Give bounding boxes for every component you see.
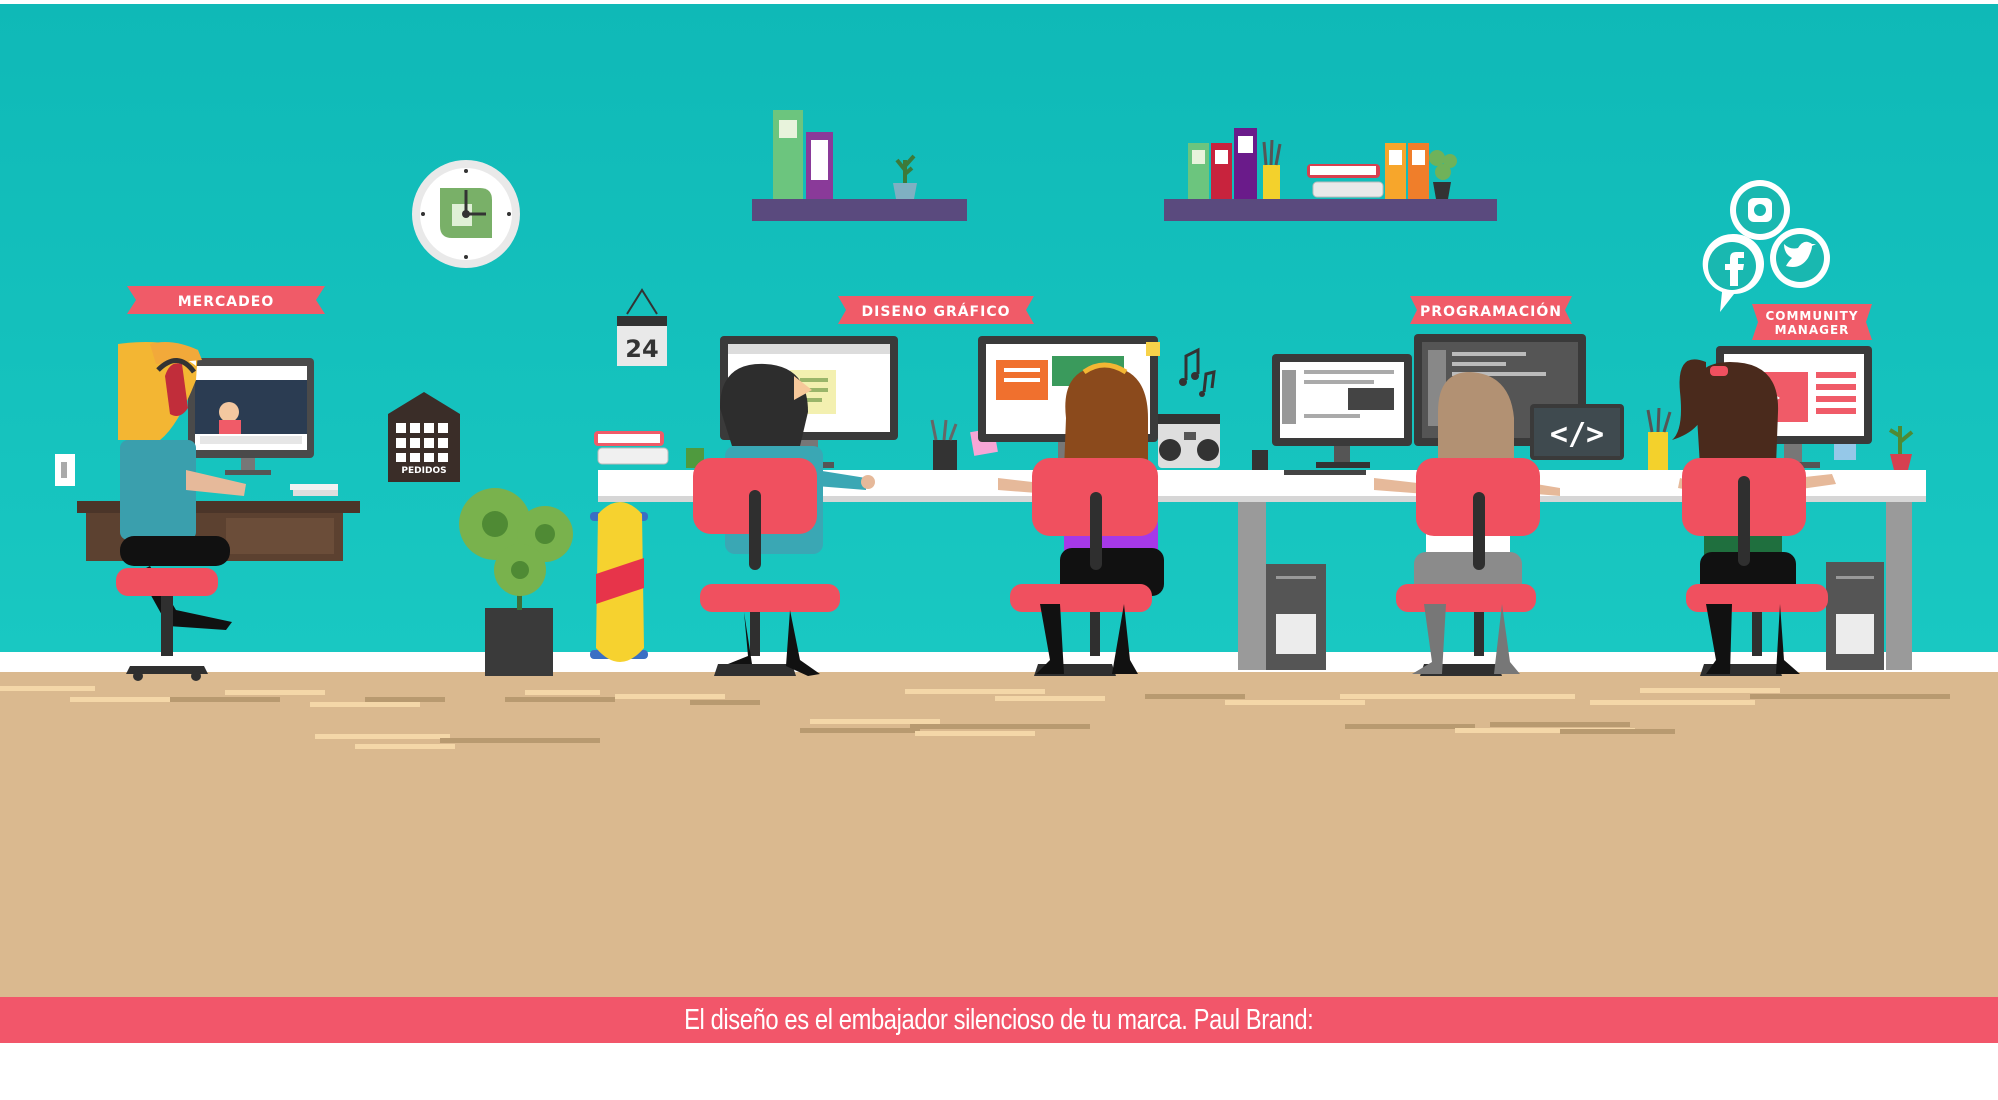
floor: [0, 672, 1998, 997]
community-manager-label: COMMUNITY MANAGER: [1752, 304, 1872, 340]
instagram-icon: [1730, 180, 1790, 240]
subtitle-text: El diseño es el embajador silencioso de …: [684, 1003, 1314, 1036]
programacion-label-text: PROGRAMACIÓN: [1420, 302, 1562, 320]
diseno-label: DISENO GRÁFICO: [838, 296, 1034, 324]
code-symbol: </>: [1550, 417, 1604, 452]
subtitle-bar: El diseño es el embajador silencioso de …: [0, 997, 1998, 1043]
boombox: [1158, 414, 1220, 468]
community-label-line1: COMMUNITY: [1765, 309, 1858, 323]
pedidos-label: PEDIDOS: [401, 466, 446, 476]
skateboard: [590, 502, 648, 662]
diseno-label-text: DISENO GRÁFICO: [861, 303, 1010, 320]
mercadeo-label-text: MERCADEO: [178, 294, 274, 310]
baseboard: [0, 652, 1998, 672]
office-illustration: MERCADEO PEDIDOS 24 DISENO GRÁFICO PROGR…: [0, 0, 1998, 1095]
community-label-line2: MANAGER: [1775, 323, 1850, 337]
mercadeo-label: MERCADEO: [127, 286, 325, 314]
clock-icon: [412, 160, 520, 268]
twitter-icon: [1770, 228, 1830, 288]
programacion-label: PROGRAMACIÓN: [1410, 296, 1572, 324]
calendar-day: 24: [625, 335, 658, 363]
